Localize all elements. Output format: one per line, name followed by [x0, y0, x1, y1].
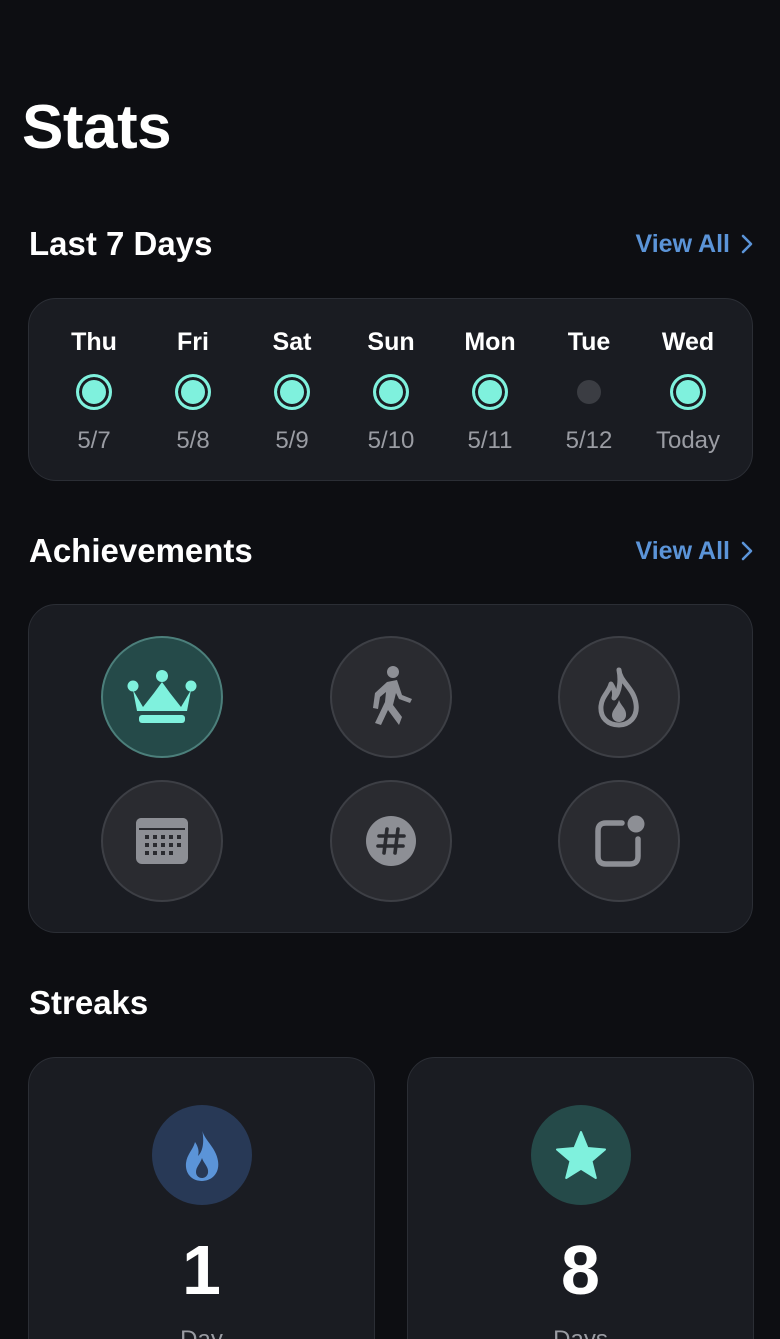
day-date: 5/7: [77, 427, 111, 454]
completed-day-dot: [274, 374, 310, 410]
star-icon: [555, 1131, 606, 1179]
achievement-badge-hashtag[interactable]: [330, 780, 452, 902]
page-title: Stats: [22, 93, 172, 162]
completed-day-dot: [472, 374, 508, 410]
best-streak-card: 8 Days: [407, 1057, 754, 1339]
flame-icon: [598, 667, 639, 728]
crown-icon: [127, 670, 197, 723]
last-7-days-title: Last 7 Days: [29, 225, 213, 262]
streak-icon-circle: [530, 1105, 631, 1205]
completed-day-dot: [76, 374, 112, 410]
completed-day-dot: [175, 374, 211, 410]
achievement-badge-calendar[interactable]: [101, 780, 223, 902]
chevron-right-icon: [741, 541, 753, 561]
flame-icon: [185, 1129, 218, 1181]
walking-person-icon: [373, 666, 412, 725]
current-streak-unit: Day: [29, 1326, 374, 1339]
current-streak-card: 1 Day: [28, 1057, 375, 1339]
day-date: 5/9: [275, 427, 309, 454]
achievement-badge-crown[interactable]: [101, 636, 223, 758]
last-7-days-view-all-link[interactable]: View All: [636, 229, 754, 259]
day-name: Thu: [71, 328, 117, 356]
streaks-title: Streaks: [29, 984, 149, 1021]
day-date: 5/12: [565, 427, 613, 454]
best-streak-value: 8: [561, 1231, 600, 1309]
calendar-icon: [136, 818, 188, 864]
hashtag-icon: [366, 816, 416, 866]
view-all-label: View All: [635, 230, 730, 258]
day-name: Sun: [367, 328, 415, 356]
streak-icon-circle: [151, 1105, 252, 1205]
day-date: 5/10: [367, 427, 415, 454]
stats-screen: Stats Last 7 Days View All Thu 5/7 Fri 5…: [0, 0, 780, 1339]
day-name: Fri: [177, 328, 209, 356]
missed-day-dot: [577, 380, 601, 404]
day-column: Wed Today: [638, 299, 738, 482]
achievements-view-all-link[interactable]: View All: [636, 536, 754, 566]
achievement-badge-flame[interactable]: [558, 636, 680, 758]
day-name: Mon: [464, 328, 516, 356]
best-streak-unit: Days: [408, 1326, 753, 1339]
day-date: 5/11: [467, 427, 513, 454]
last-7-days-card: Thu 5/7 Fri 5/8 Sat 5/9 Sun 5/10 Mon 5/1…: [28, 298, 753, 481]
chevron-right-icon: [741, 234, 753, 254]
completed-day-dot: [373, 374, 409, 410]
completed-day-dot: [670, 374, 706, 410]
day-name: Wed: [661, 328, 715, 356]
achievement-badge-walk[interactable]: [330, 636, 452, 758]
current-streak-value: 1: [182, 1231, 221, 1309]
day-date: Today: [655, 427, 721, 454]
day-column: Tue 5/12: [539, 299, 639, 482]
app-badge-icon: [595, 815, 645, 867]
day-column: Fri 5/8: [143, 299, 243, 482]
achievements-card: [28, 604, 753, 933]
achievement-badge-notification[interactable]: [558, 780, 680, 902]
achievements-title: Achievements: [29, 532, 253, 569]
day-column: Mon 5/11: [440, 299, 540, 482]
day-name: Sat: [272, 328, 312, 356]
day-date: 5/8: [176, 427, 210, 454]
day-column: Sat 5/9: [242, 299, 342, 482]
day-name: Tue: [567, 328, 611, 356]
view-all-label: View All: [635, 537, 730, 565]
day-column: Thu 5/7: [44, 299, 144, 482]
day-column: Sun 5/10: [341, 299, 441, 482]
